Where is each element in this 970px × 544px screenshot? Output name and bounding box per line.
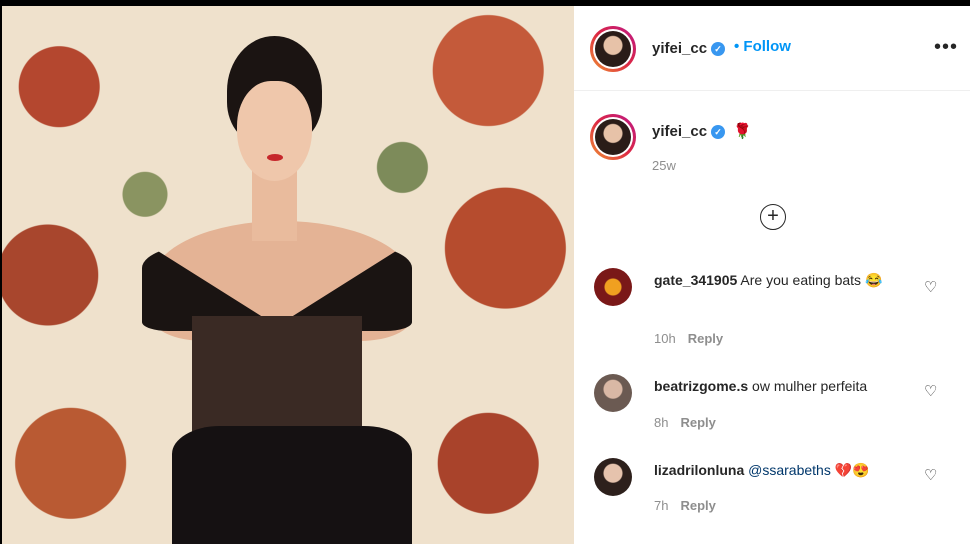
comment-username[interactable]: lizadrilonluna <box>654 462 744 478</box>
author-username[interactable]: yifei_cc ✓ <box>652 40 726 57</box>
comment-text: beatrizgome.s ow mulher perfeita <box>654 378 868 394</box>
post-side-panel: yifei_cc ✓ • Follow ••• yifei_cc ✓ 🌹 25w +… <box>574 6 970 544</box>
caption-text: 🌹 <box>733 123 752 140</box>
figure <box>132 26 432 544</box>
caption: yifei_cc ✓ 🌹 <box>652 122 752 140</box>
comment-avatar[interactable] <box>594 374 632 412</box>
mention-link[interactable]: @ssarabeths <box>748 462 831 478</box>
follow-button[interactable]: • Follow <box>734 38 791 55</box>
like-comment-heart-icon[interactable]: ♡ <box>924 382 937 400</box>
verified-badge-icon: ✓ <box>711 125 726 140</box>
load-more-comments-icon[interactable]: + <box>760 204 786 230</box>
comment-text: lizadrilonluna @ssarabeths 💔😍 <box>654 462 870 478</box>
more-options-icon[interactable]: ••• <box>934 36 958 59</box>
caption-author-avatar[interactable] <box>590 114 636 160</box>
like-comment-heart-icon[interactable]: ♡ <box>924 466 937 484</box>
post-age[interactable]: 25w <box>652 158 676 173</box>
comment-text: gate_341905 Are you eating bats 😂 <box>654 272 883 288</box>
comment-avatar[interactable] <box>594 268 632 306</box>
like-comment-heart-icon[interactable]: ♡ <box>924 278 937 296</box>
verified-badge-icon: ✓ <box>711 42 726 57</box>
comment-avatar[interactable] <box>594 458 632 496</box>
author-avatar[interactable] <box>590 26 636 72</box>
reply-button[interactable]: Reply <box>680 498 715 513</box>
comment-meta: 7h Reply <box>654 498 716 513</box>
reply-button[interactable]: Reply <box>688 331 723 346</box>
comment-meta: 10h Reply <box>654 331 724 346</box>
comment-meta: 8h Reply <box>654 415 716 430</box>
comment-username[interactable]: beatrizgome.s <box>654 378 748 394</box>
comment-username[interactable]: gate_341905 <box>654 272 737 288</box>
caption-username[interactable]: yifei_cc <box>652 123 707 140</box>
post-photo[interactable] <box>2 6 574 544</box>
post-header: yifei_cc ✓ • Follow ••• <box>574 6 970 91</box>
instagram-post-modal: yifei_cc ✓ • Follow ••• yifei_cc ✓ 🌹 25w +… <box>0 0 970 544</box>
reply-button[interactable]: Reply <box>680 415 715 430</box>
